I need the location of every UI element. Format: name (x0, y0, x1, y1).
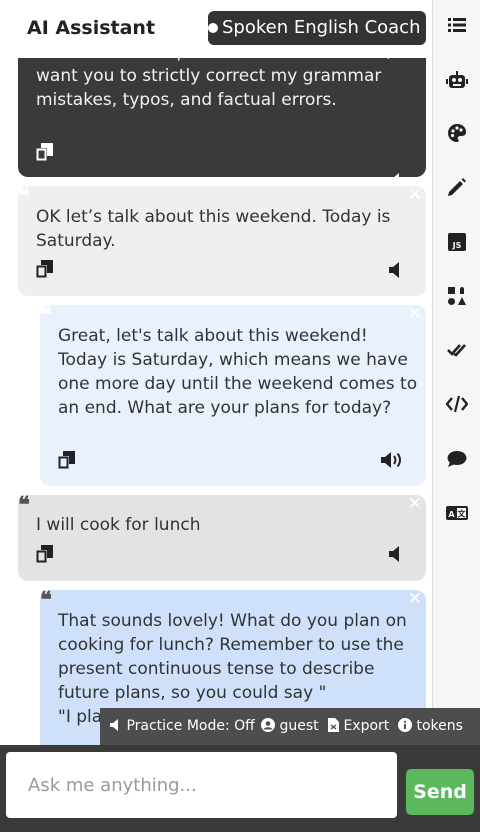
close-icon[interactable]: ✕ (408, 187, 422, 204)
close-icon[interactable]: ✕ (408, 496, 422, 513)
message-user: ❝ ✕ I will cook for lunch (18, 492, 426, 581)
copy-icon[interactable] (36, 143, 53, 161)
svg-text:JS: JS (452, 241, 462, 250)
file-export-icon (328, 718, 339, 732)
user-label: guest (279, 718, 319, 734)
info-icon (398, 718, 412, 732)
comment-icon[interactable] (446, 448, 468, 470)
svg-text:A: A (448, 510, 455, 519)
tokens-info[interactable]: tokens (398, 708, 463, 745)
user-badge[interactable]: guest (261, 708, 319, 745)
close-icon[interactable]: ✕ (408, 591, 422, 608)
message-assistant: ❝ ✕ Great, let's talk about this weekend… (40, 302, 426, 486)
code-icon[interactable] (446, 393, 468, 415)
message-text: OK let’s talk about this weekend. Today … (36, 207, 391, 251)
volume-icon (110, 719, 118, 731)
message-text: I will cook for lunch (36, 515, 201, 535)
message-user: ❝ ✕ OK let’s talk about this weekend. To… (18, 183, 426, 296)
app-header: AI Assistant Spoken English Coach (0, 0, 432, 58)
copy-icon[interactable] (36, 545, 53, 563)
message-text-part: That sounds lovely! What do you plan on … (58, 611, 407, 703)
export-label: Export (343, 718, 390, 734)
palette-icon[interactable] (446, 122, 468, 144)
js-icon[interactable]: JS (446, 231, 468, 253)
language-icon[interactable]: A文 (446, 502, 468, 524)
send-button[interactable]: Send (406, 769, 474, 815)
robot-icon[interactable] (446, 69, 468, 91)
practice-mode-label: Practice Mode: Off (126, 718, 255, 734)
speaker-icon[interactable] (388, 262, 404, 278)
double-check-icon[interactable] (446, 339, 468, 361)
list-icon[interactable] (446, 14, 468, 36)
app-title: AI Assistant (27, 17, 156, 39)
chat-area[interactable]: could ask me a question first. Remember,… (0, 0, 432, 745)
copy-icon[interactable] (36, 260, 53, 278)
status-bar: Practice Mode: Off guest Export tokens (100, 708, 480, 745)
shapes-icon[interactable] (446, 285, 468, 307)
speaker-active-icon[interactable] (380, 452, 404, 468)
quote-icon: ❝ (40, 587, 52, 613)
tokens-label: tokens (416, 718, 463, 734)
role-label: Spoken English Coach (222, 17, 421, 38)
role-dot-icon (208, 23, 218, 33)
message-text-part: "I pla (58, 707, 103, 727)
role-selector[interactable]: Spoken English Coach (208, 11, 426, 45)
user-circle-icon (261, 718, 275, 732)
input-area: Send (0, 745, 480, 832)
quote-icon: ❝ (18, 492, 30, 518)
copy-icon[interactable] (58, 451, 75, 469)
speaker-icon[interactable] (388, 546, 404, 562)
message-text: Great, let's talk about this weekend! To… (58, 326, 418, 418)
sidebar: JS A文 (432, 0, 480, 745)
close-icon[interactable]: ✕ (408, 306, 422, 323)
pencil-icon[interactable] (446, 176, 468, 198)
svg-text:文: 文 (458, 509, 467, 519)
quote-icon: ❝ (40, 302, 52, 328)
export-button[interactable]: Export (328, 708, 389, 745)
quote-icon: ❝ (18, 183, 30, 209)
practice-mode-toggle[interactable]: Practice Mode: Off (110, 708, 255, 745)
message-input[interactable] (6, 752, 397, 818)
